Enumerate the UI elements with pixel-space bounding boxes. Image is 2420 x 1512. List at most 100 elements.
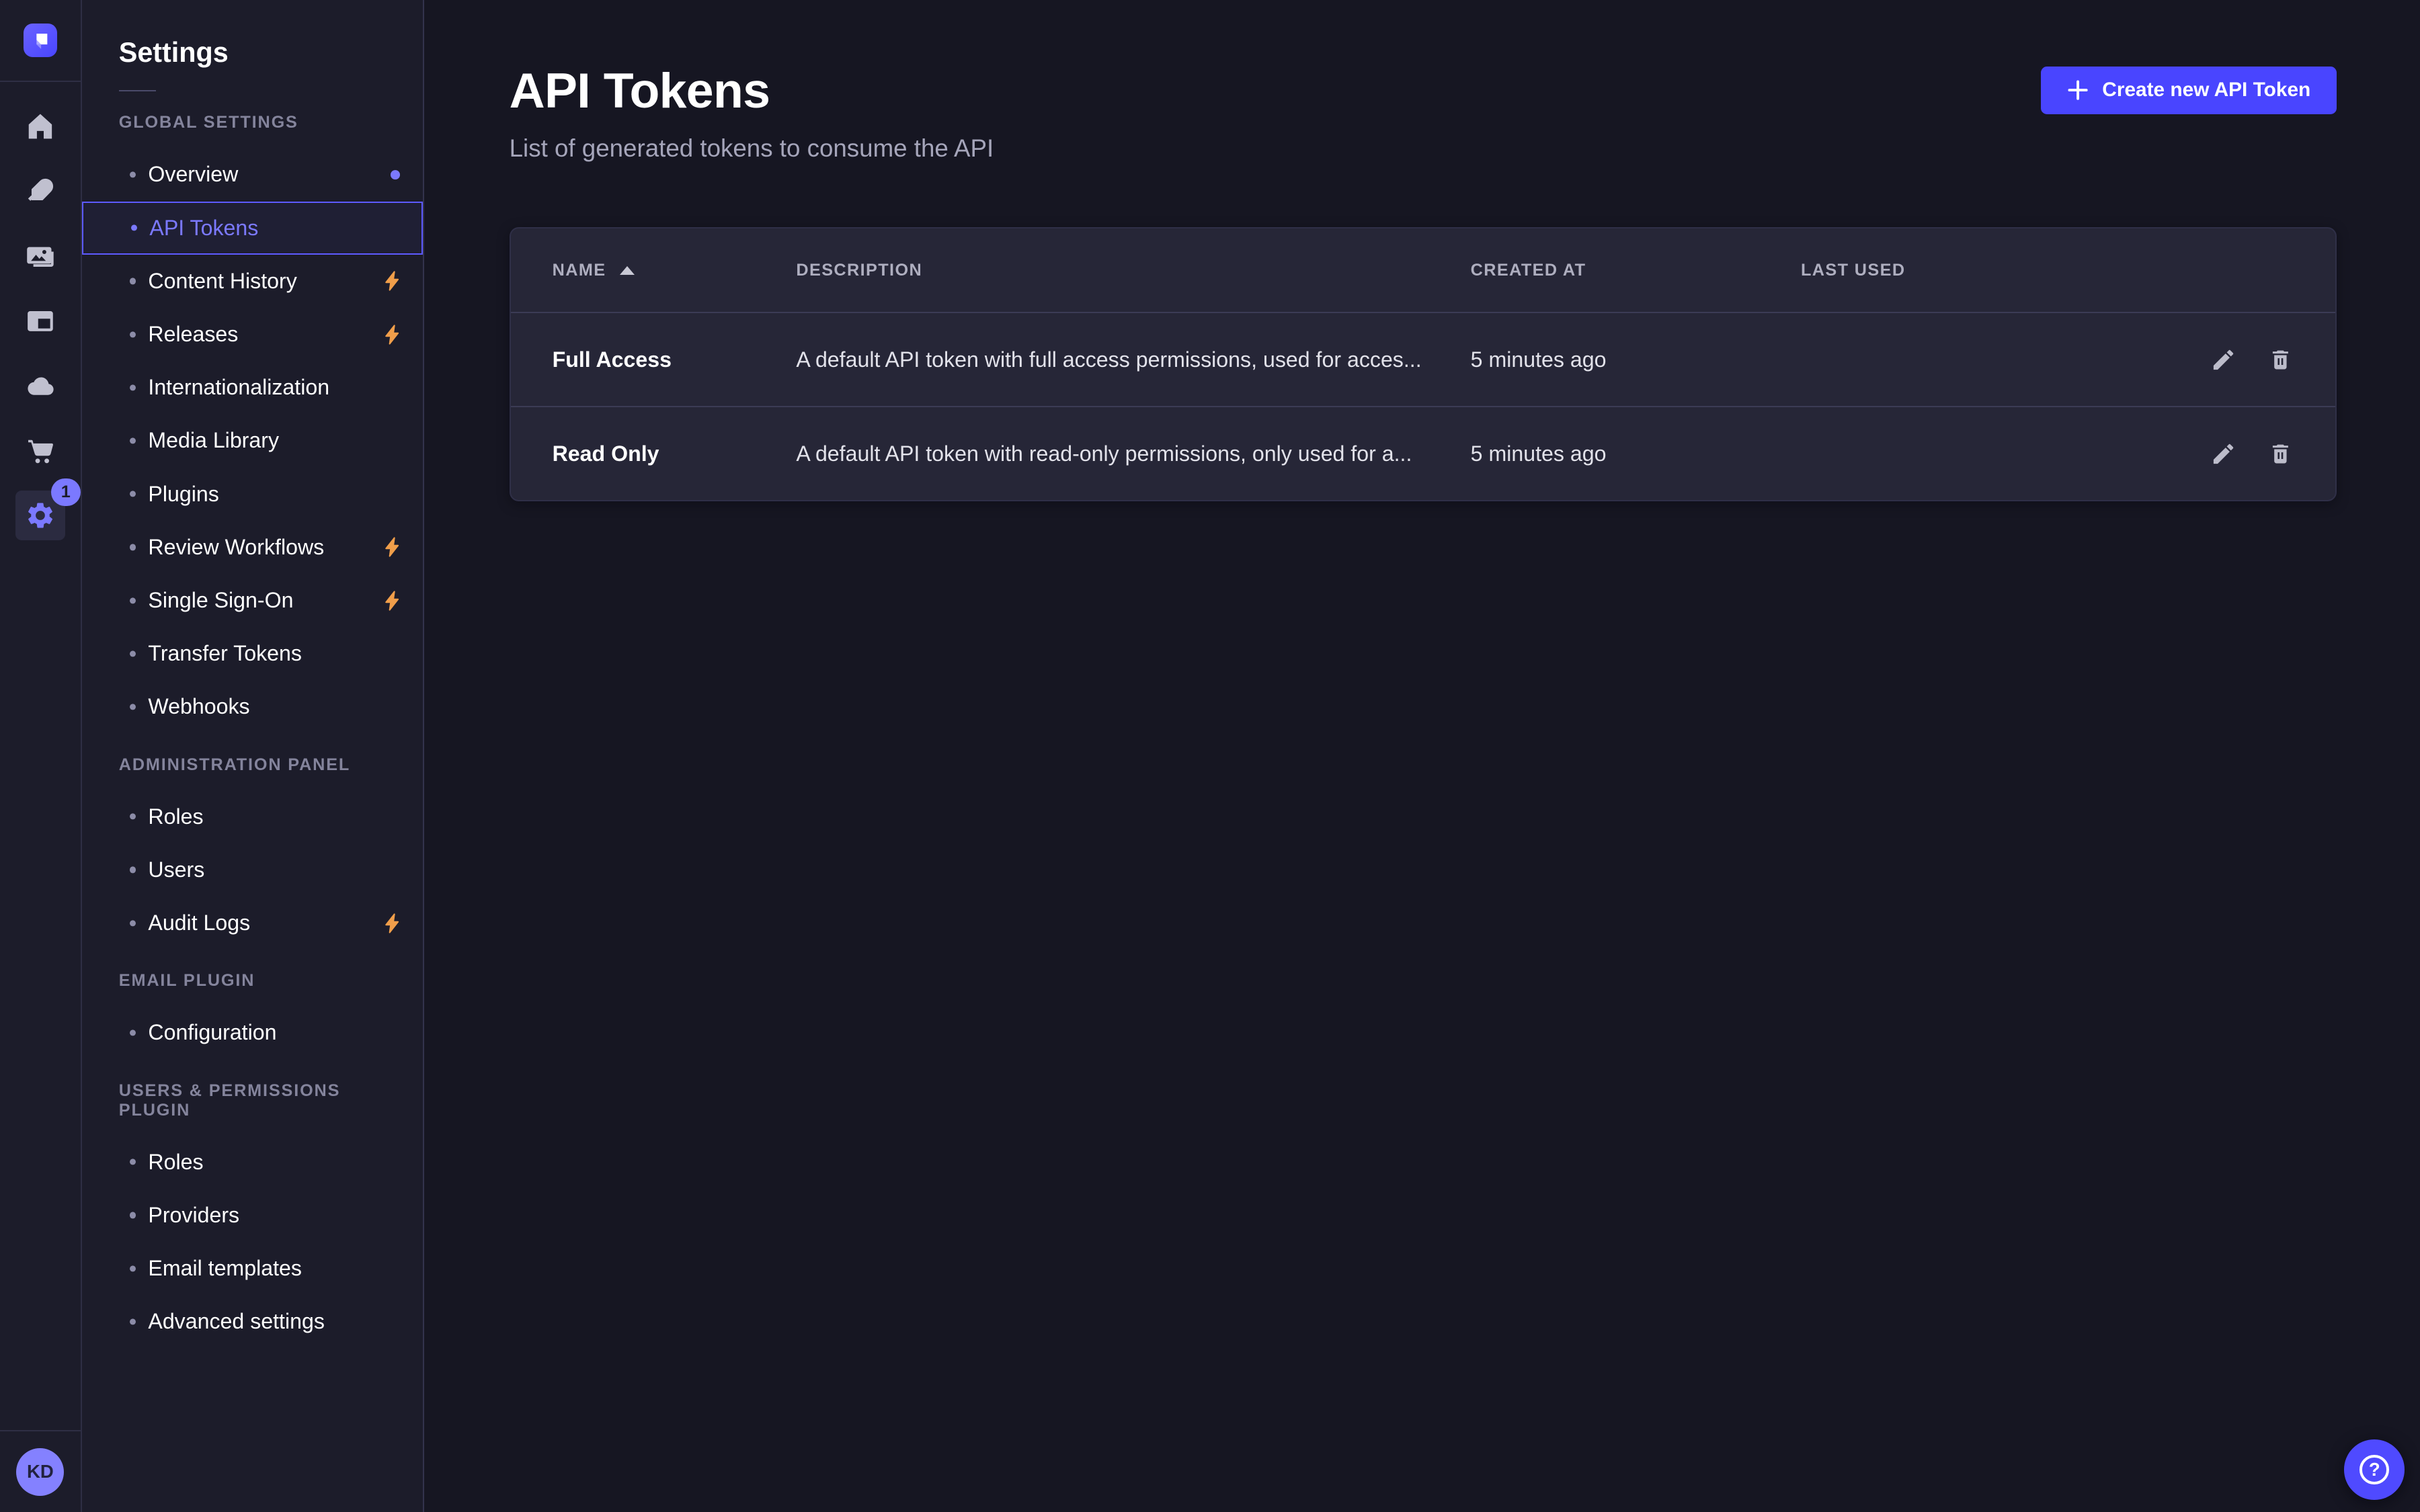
sidebar-item-label: Webhooks — [148, 694, 249, 719]
sidebar-item-label: Plugins — [148, 482, 218, 507]
sidebar-item-providers[interactable]: Providers — [82, 1189, 424, 1242]
bullet-icon — [130, 384, 136, 390]
create-api-token-button[interactable]: Create new API Token — [2041, 67, 2337, 114]
settings-sidebar: Settings GLOBAL SETTINGS Overview API To… — [82, 0, 425, 1512]
section-label: EMAIL PLUGIN — [119, 971, 387, 991]
sort-ascending-icon[interactable] — [620, 266, 635, 275]
bullet-icon — [130, 278, 136, 284]
bullet-icon — [130, 1212, 136, 1218]
sidebar-item-api-tokens[interactable]: API Tokens — [82, 202, 424, 255]
plus-icon — [2067, 79, 2089, 101]
workspace-logo-box[interactable] — [0, 0, 81, 82]
sidebar-item-media-library[interactable]: Media Library — [82, 414, 424, 467]
section-administration-panel: ADMINISTRATION PANEL Roles Users Audit L… — [82, 755, 424, 950]
sidebar-item-audit-logs[interactable]: Audit Logs — [82, 896, 424, 950]
content-type-builder-icon[interactable] — [15, 296, 65, 345]
section-users-permissions-plugin: USERS & PERMISSIONS PLUGIN Roles Provide… — [82, 1081, 424, 1349]
section-label: USERS & PERMISSIONS PLUGIN — [119, 1081, 387, 1120]
section-email-plugin: EMAIL PLUGIN Configuration — [82, 971, 424, 1059]
sidebar-item-label: Releases — [148, 322, 238, 347]
bullet-icon — [130, 814, 136, 820]
settings-notification-badge: 1 — [51, 478, 81, 506]
sidebar-item-overview[interactable]: Overview — [82, 148, 424, 201]
delete-trash-icon[interactable] — [2267, 347, 2294, 373]
token-description: A default API token with read-only permi… — [796, 442, 1470, 466]
edit-pencil-icon[interactable] — [2210, 441, 2236, 467]
sidebar-item-admin-roles[interactable]: Roles — [82, 790, 424, 843]
page-subtitle: List of generated tokens to consume the … — [510, 134, 994, 163]
sidebar-item-plugins[interactable]: Plugins — [82, 468, 424, 521]
sidebar-item-single-sign-on[interactable]: Single Sign-On — [82, 574, 424, 627]
sidebar-item-internationalization[interactable]: Internationalization — [82, 361, 424, 414]
sidebar-item-label: Single Sign-On — [148, 588, 293, 613]
bullet-icon — [130, 491, 136, 497]
token-created-at: 5 minutes ago — [1471, 442, 1801, 466]
help-button[interactable]: ? — [2344, 1439, 2405, 1500]
bullet-icon — [130, 597, 136, 603]
bullet-icon — [130, 171, 136, 177]
home-icon[interactable] — [15, 102, 65, 151]
bullet-icon — [131, 225, 137, 231]
content-manager-feather-icon[interactable] — [15, 167, 65, 216]
sidebar-item-label: Internationalization — [148, 375, 329, 400]
strapi-admin-app: 1 KD Settings GLOBAL SETTINGS Overview A… — [0, 0, 2420, 1512]
sidebar-item-releases[interactable]: Releases — [82, 308, 424, 361]
row-actions — [2154, 441, 2294, 467]
sidebar-item-transfer-tokens[interactable]: Transfer Tokens — [82, 627, 424, 680]
sidebar-item-admin-users[interactable]: Users — [82, 843, 424, 896]
bullet-icon — [130, 331, 136, 337]
sidebar-item-up-roles[interactable]: Roles — [82, 1136, 424, 1189]
section-label: ADMINISTRATION PANEL — [119, 755, 387, 775]
edit-pencil-icon[interactable] — [2210, 347, 2236, 373]
sidebar-item-label: Users — [148, 857, 204, 882]
flash-icon — [381, 323, 403, 345]
section-label: GLOBAL SETTINGS — [119, 113, 387, 132]
bullet-icon — [130, 704, 136, 710]
token-description: A default API token with full access per… — [796, 347, 1470, 372]
marketplace-cart-icon[interactable] — [15, 426, 65, 475]
sidebar-item-label: Advanced settings — [148, 1309, 325, 1334]
strapi-logo-icon — [24, 24, 58, 58]
sidebar-item-label: Roles — [148, 804, 203, 829]
sidebar-item-label: Media Library — [148, 428, 279, 453]
column-header-created-at: CREATED AT — [1471, 261, 1801, 280]
row-actions — [2154, 347, 2294, 373]
user-avatar[interactable]: KD — [16, 1448, 64, 1496]
sidebar-item-content-history[interactable]: Content History — [82, 255, 424, 308]
table-row-full-access[interactable]: Full Access A default API token with ful… — [511, 312, 2335, 406]
delete-trash-icon[interactable] — [2267, 441, 2294, 467]
main-content: API Tokens List of generated tokens to c… — [424, 0, 2420, 1512]
notification-dot-icon — [391, 170, 400, 179]
sidebar-item-label: Review Workflows — [148, 535, 324, 560]
sidebar-item-email-templates[interactable]: Email templates — [82, 1242, 424, 1295]
sidebar-item-label: Providers — [148, 1203, 239, 1228]
sidebar-item-label: Configuration — [148, 1020, 276, 1045]
flash-icon — [381, 589, 403, 611]
flash-icon — [381, 913, 403, 934]
title-divider — [119, 90, 156, 91]
column-header-last-used: LAST USED — [1801, 261, 2154, 280]
media-library-icon[interactable] — [15, 231, 65, 280]
sidebar-item-label: Roles — [148, 1150, 203, 1175]
table-row-read-only[interactable]: Read Only A default API token with read-… — [511, 406, 2335, 500]
flash-icon — [381, 270, 403, 292]
bullet-icon — [130, 544, 136, 550]
sidebar-item-label: Audit Logs — [148, 911, 250, 935]
page-title: API Tokens — [510, 62, 994, 119]
cloud-icon[interactable] — [15, 361, 65, 410]
bullet-icon — [130, 1318, 136, 1325]
help-question-icon: ? — [2360, 1455, 2389, 1484]
sidebar-item-advanced-settings[interactable]: Advanced settings — [82, 1295, 424, 1348]
sidebar-item-email-configuration[interactable]: Configuration — [82, 1006, 424, 1059]
sidebar-item-label: API Tokens — [149, 216, 258, 241]
sidebar-item-review-workflows[interactable]: Review Workflows — [82, 521, 424, 574]
bullet-icon — [130, 1265, 136, 1271]
settings-gear-icon[interactable]: 1 — [15, 491, 65, 540]
create-api-token-label: Create new API Token — [2102, 79, 2310, 101]
sidebar-item-label: Content History — [148, 269, 296, 294]
bullet-icon — [130, 920, 136, 926]
sidebar-item-webhooks[interactable]: Webhooks — [82, 680, 424, 733]
bullet-icon — [130, 437, 136, 444]
table-header-row: NAME DESCRIPTION CREATED AT LAST USED — [511, 228, 2335, 312]
token-name: Read Only — [553, 442, 797, 466]
